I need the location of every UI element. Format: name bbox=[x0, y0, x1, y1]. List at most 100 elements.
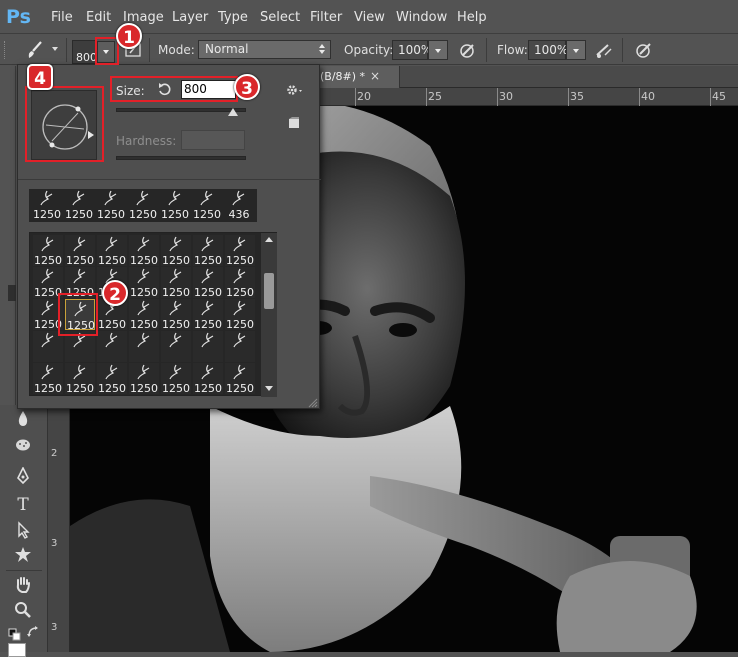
brush-preset[interactable] bbox=[129, 331, 159, 362]
brush-preset[interactable]: 1250 bbox=[225, 363, 255, 395]
new-preset-icon[interactable] bbox=[287, 116, 301, 130]
menu-type[interactable]: Type bbox=[218, 10, 248, 25]
opacity-dropdown[interactable] bbox=[428, 40, 448, 60]
zoom-tool-icon[interactable] bbox=[10, 601, 36, 623]
chevron-down-icon bbox=[573, 49, 579, 53]
brush-preset[interactable] bbox=[161, 331, 191, 362]
menu-filter[interactable]: Filter bbox=[310, 10, 342, 25]
brush-preset[interactable] bbox=[225, 331, 255, 362]
brush-preset[interactable]: 1250 bbox=[129, 267, 159, 299]
panel-collapse-handle[interactable] bbox=[8, 285, 16, 301]
tools-panel: T bbox=[0, 405, 48, 657]
flow-dropdown[interactable] bbox=[566, 40, 586, 60]
grid-scrollbar[interactable] bbox=[261, 233, 277, 397]
flow-label: Flow: bbox=[497, 43, 528, 57]
brush-preset[interactable]: 1250 bbox=[161, 235, 191, 267]
callout-badge-1: 1 bbox=[116, 23, 142, 49]
brush-preset[interactable]: 1250 bbox=[161, 267, 191, 299]
callout-badge-4: 4 bbox=[27, 64, 53, 90]
document-tab[interactable]: (B/8#) * × bbox=[320, 66, 400, 88]
recent-brush-preset[interactable]: 436 bbox=[224, 189, 254, 222]
hand-tool-icon[interactable] bbox=[10, 575, 36, 597]
size-slider-track[interactable] bbox=[116, 108, 246, 112]
custom-shape-tool-icon[interactable] bbox=[10, 546, 36, 568]
path-selection-tool-icon[interactable] bbox=[10, 521, 36, 543]
recent-brush-preset[interactable]: 1250 bbox=[160, 189, 190, 222]
brush-preset[interactable]: 1250 bbox=[193, 363, 223, 395]
brush-preset[interactable]: 1250 bbox=[225, 299, 255, 331]
scrollbar-thumb[interactable] bbox=[264, 273, 274, 309]
brush-icon[interactable] bbox=[24, 39, 46, 61]
recent-brush-preset[interactable]: 1250 bbox=[128, 189, 158, 222]
callout-box-2 bbox=[58, 293, 98, 336]
ruler-label: 20 bbox=[357, 90, 371, 103]
brush-preset[interactable]: 1250 bbox=[97, 235, 127, 267]
menu-help[interactable]: Help bbox=[457, 10, 487, 25]
airbrush-icon[interactable] bbox=[594, 41, 614, 61]
brush-preset[interactable] bbox=[97, 331, 127, 362]
flow-input[interactable]: 100% bbox=[528, 40, 568, 60]
menu-edit[interactable]: Edit bbox=[86, 10, 111, 25]
callout-box-4 bbox=[25, 86, 104, 162]
tool-preset-arrow-icon[interactable] bbox=[52, 47, 58, 51]
ruler-label: 3 bbox=[51, 538, 58, 549]
vertical-ruler: 2 3 3 bbox=[48, 408, 70, 652]
hardness-input[interactable] bbox=[181, 130, 245, 150]
callout-box-3 bbox=[110, 76, 238, 102]
brush-preset[interactable]: 1250 bbox=[97, 363, 127, 395]
brush-preset[interactable]: 1250 bbox=[129, 299, 159, 331]
ruler-tick bbox=[568, 88, 569, 106]
brush-preset[interactable]: 1250 bbox=[65, 363, 95, 395]
brush-preset[interactable]: 1250 bbox=[33, 363, 63, 395]
brush-size-label: 1250 bbox=[161, 208, 189, 221]
default-colors-icon[interactable] bbox=[8, 628, 22, 642]
ruler-tick bbox=[710, 88, 711, 106]
brush-preview-thumb[interactable]: 800 bbox=[72, 40, 97, 64]
recent-brush-preset[interactable]: 1250 bbox=[32, 189, 62, 222]
brush-preset[interactable]: 1250 bbox=[33, 235, 63, 267]
size-slider-thumb[interactable] bbox=[228, 108, 238, 116]
swap-colors-icon[interactable] bbox=[26, 625, 40, 639]
recent-brush-preset[interactable]: 1250 bbox=[96, 189, 126, 222]
pressure-size-icon[interactable] bbox=[634, 41, 654, 61]
brush-preset[interactable]: 1250 bbox=[65, 235, 95, 267]
scroll-up-icon[interactable] bbox=[265, 237, 273, 242]
type-tool-icon[interactable]: T bbox=[10, 494, 36, 516]
mode-select[interactable]: Normal bbox=[198, 40, 331, 59]
brush-preset[interactable]: 1250 bbox=[193, 235, 223, 267]
brush-size-label: 1250 bbox=[130, 382, 158, 395]
pen-tool-icon[interactable] bbox=[10, 466, 36, 489]
brush-size-label: 1250 bbox=[226, 382, 254, 395]
opacity-input[interactable]: 100% bbox=[392, 40, 432, 60]
menu-select[interactable]: Select bbox=[260, 10, 300, 25]
blur-tool-icon[interactable] bbox=[10, 409, 36, 431]
brush-size-label: 1250 bbox=[130, 318, 158, 331]
sponge-tool-icon[interactable] bbox=[10, 437, 36, 459]
separator bbox=[486, 38, 487, 62]
close-icon[interactable]: × bbox=[370, 69, 380, 83]
resize-grip-icon[interactable] bbox=[308, 397, 318, 408]
menu-view[interactable]: View bbox=[354, 10, 385, 25]
brush-preset[interactable]: 1250 bbox=[193, 267, 223, 299]
menu-layer[interactable]: Layer bbox=[172, 10, 208, 25]
brush-preset[interactable] bbox=[193, 331, 223, 362]
brush-size-label: 436 bbox=[228, 208, 250, 221]
foreground-color-swatch[interactable] bbox=[8, 643, 26, 657]
brush-preset[interactable]: 1250 bbox=[225, 235, 255, 267]
gear-icon[interactable] bbox=[286, 83, 304, 97]
brush-preset[interactable]: 1250 bbox=[193, 299, 223, 331]
hardness-slider-track[interactable] bbox=[116, 156, 246, 160]
ruler-tick bbox=[497, 88, 498, 106]
menu-window[interactable]: Window bbox=[396, 10, 447, 25]
brush-preset[interactable]: 1250 bbox=[161, 299, 191, 331]
menu-file[interactable]: File bbox=[51, 10, 73, 25]
brush-preset[interactable]: 1250 bbox=[225, 267, 255, 299]
brush-size-label: 1250 bbox=[193, 208, 221, 221]
pressure-opacity-icon[interactable] bbox=[458, 41, 478, 61]
brush-preset[interactable]: 1250 bbox=[161, 363, 191, 395]
brush-preset[interactable]: 1250 bbox=[129, 235, 159, 267]
recent-brush-preset[interactable]: 1250 bbox=[192, 189, 222, 222]
scroll-down-icon[interactable] bbox=[265, 386, 273, 391]
brush-preset[interactable]: 1250 bbox=[129, 363, 159, 395]
recent-brush-preset[interactable]: 1250 bbox=[64, 189, 94, 222]
